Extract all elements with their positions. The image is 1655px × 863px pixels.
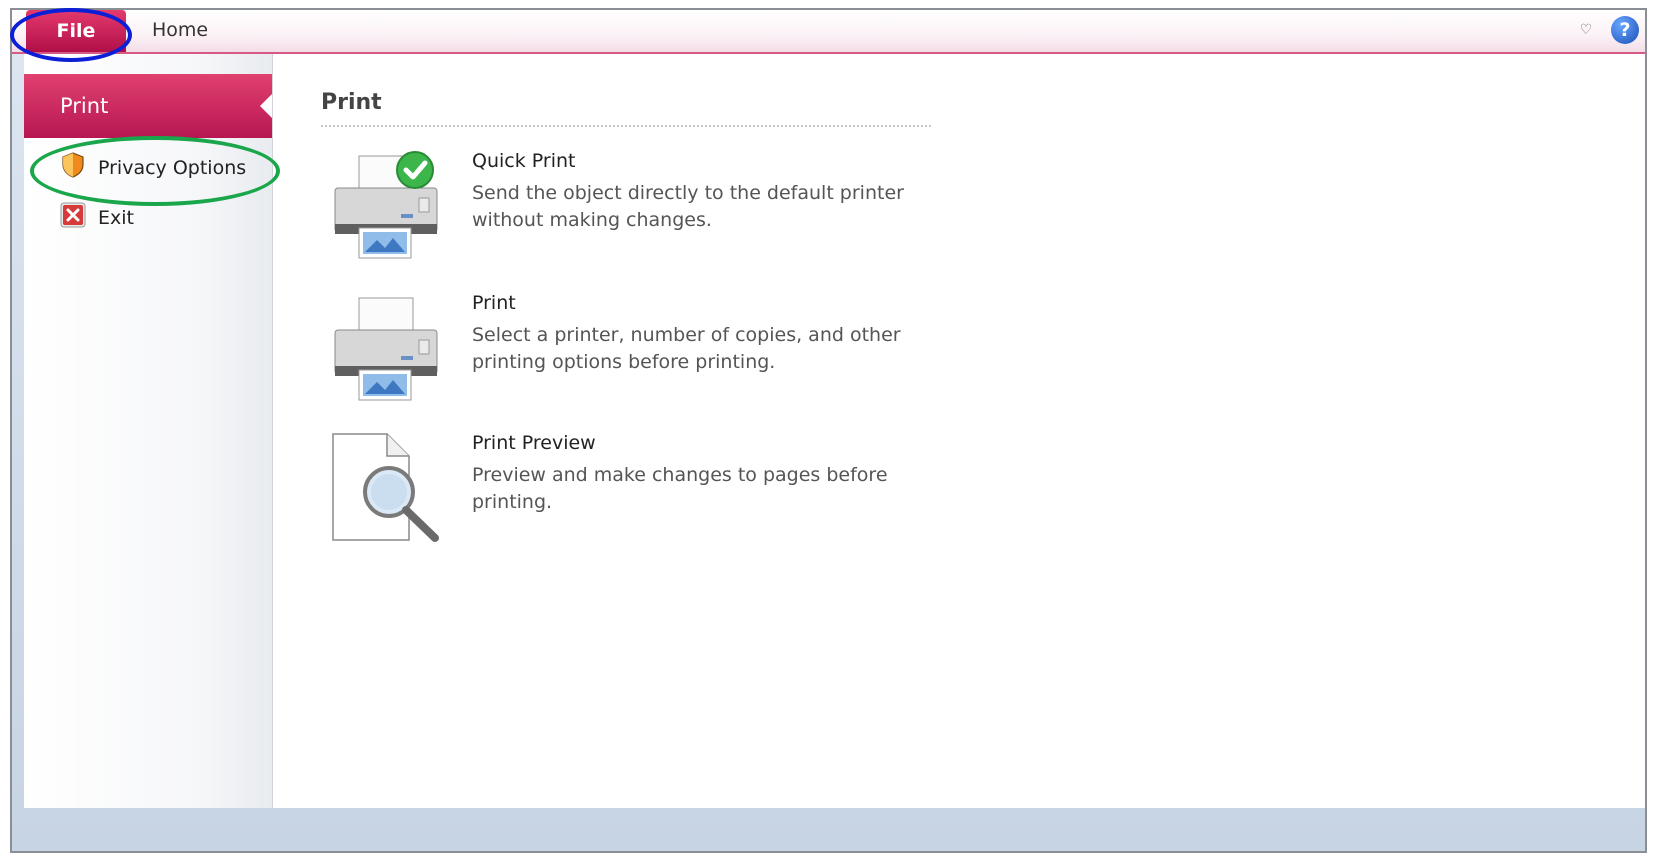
sidebar-item-privacy-options[interactable]: Privacy Options <box>60 151 246 184</box>
section-divider <box>321 125 931 127</box>
print-preview-icon <box>331 432 441 544</box>
option-print[interactable]: Print Select a printer, number of copies… <box>331 292 931 404</box>
help-icon[interactable]: ? <box>1611 16 1639 44</box>
ribbon: File Home ♡ ? <box>12 10 1645 54</box>
option-title: Print Preview <box>472 432 596 454</box>
sidebar-item-label: Privacy Options <box>98 156 247 179</box>
minimize-ribbon-icon[interactable]: ♡ <box>1575 19 1597 41</box>
option-title: Print <box>472 292 516 314</box>
option-description: Select a printer, number of copies, and … <box>472 324 901 373</box>
option-quick-print[interactable]: Quick Print Send the object directly to … <box>331 150 931 262</box>
page-title: Print <box>321 90 382 115</box>
ribbon-right-controls: ♡ ? <box>1575 16 1639 44</box>
shield-icon <box>60 151 86 184</box>
tab-file[interactable]: File <box>26 10 126 52</box>
option-title: Quick Print <box>472 150 576 172</box>
option-print-preview[interactable]: Print Preview Preview and make changes t… <box>331 432 931 544</box>
sidebar-item-exit[interactable]: Exit <box>60 202 134 233</box>
sidebar-item-print[interactable]: Print <box>24 74 272 138</box>
quick-print-icon <box>331 150 441 262</box>
backstage-content: Print Quick Print Send the object direct… <box>273 54 1645 808</box>
sidebar-item-label: Exit <box>98 206 134 229</box>
printer-icon <box>331 292 441 404</box>
close-icon <box>60 202 86 233</box>
option-description: Preview and make changes to pages before… <box>472 464 888 513</box>
tab-home[interactable]: Home <box>152 19 208 41</box>
backstage-sidebar: Print Privacy Options Exit <box>24 54 273 808</box>
option-description: Send the object directly to the default … <box>472 182 904 231</box>
